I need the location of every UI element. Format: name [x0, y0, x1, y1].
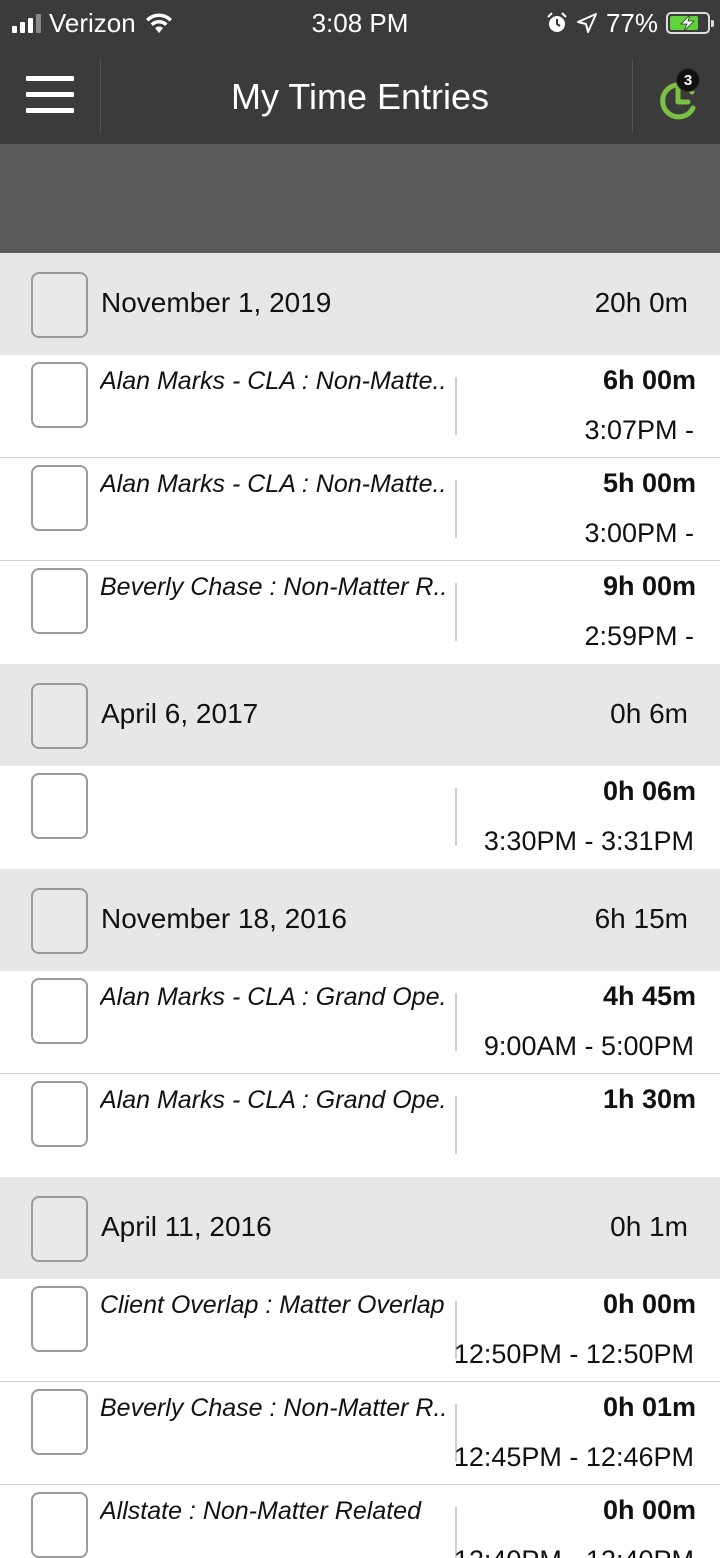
toolbar-band [0, 144, 720, 253]
entry-divider [455, 1096, 457, 1154]
entry-time-range: 12:45PM - 12:46PM [453, 1442, 694, 1472]
entry-time-range: 3:00PM - [584, 518, 694, 548]
entry-divider [455, 480, 457, 538]
time-entry-row[interactable]: 0h 06m 3:30PM - 3:31PM [0, 766, 720, 869]
nav-bar: My Time Entries 3 [0, 48, 720, 144]
entry-time-range: 12:40PM - 12:40PM [454, 1545, 694, 1558]
entry-select-checkbox[interactable] [31, 1389, 88, 1455]
group-select-checkbox[interactable] [31, 888, 88, 954]
entry-select-checkbox[interactable] [31, 465, 88, 531]
entry-select-checkbox[interactable] [31, 1492, 88, 1558]
entry-duration: 0h 00m [602, 1289, 696, 1319]
alarm-icon [547, 12, 567, 32]
entry-duration: 1h 30m [602, 1084, 696, 1114]
entry-select-checkbox[interactable] [31, 1081, 88, 1147]
time-entry-row[interactable]: Beverly Chase : Non-Matter R... 0h 01m 12:… [0, 1382, 720, 1485]
entry-description: Alan Marks - CLA : Grand Ope... [100, 1086, 445, 1114]
time-entry-row[interactable]: Beverly Chase : Non-Matter R... 9h 00m 2:5… [0, 561, 720, 664]
date-group-header: April 11, 2016 0h 1m [0, 1177, 720, 1279]
time-entry-row[interactable]: Alan Marks - CLA : Grand Ope... 4h 45m 9:0… [0, 971, 720, 1074]
page-title: My Time Entries [230, 76, 490, 117]
entry-divider [455, 993, 457, 1051]
battery-charging-icon [666, 12, 714, 34]
group-select-checkbox[interactable] [31, 683, 88, 749]
group-select-checkbox[interactable] [31, 272, 88, 338]
time-entry-row[interactable]: Alan Marks - CLA : Grand Ope... 1h 30m [0, 1074, 720, 1177]
entry-select-checkbox[interactable] [31, 978, 88, 1044]
group-date: November 18, 2016 [101, 903, 347, 934]
group-total: 0h 1m [610, 1211, 688, 1242]
status-bar: Verizon 3:08 PM 77% [0, 0, 720, 48]
battery-percent: 77% [605, 7, 658, 38]
entry-description: Allstate : Non-Matter Related [100, 1497, 421, 1525]
timer-count-badge: 3 [676, 68, 700, 92]
entry-divider [455, 788, 457, 846]
time-entry-list: November 1, 2019 20h 0m Alan Marks - CLA :… [0, 253, 720, 1558]
status-right: 77% [546, 7, 714, 38]
entry-duration: 4h 45m [602, 981, 696, 1011]
group-date: November 1, 2019 [101, 287, 332, 318]
group-total: 6h 15m [594, 903, 688, 934]
entry-duration: 0h 00m [602, 1495, 696, 1525]
entry-divider [455, 377, 457, 435]
entry-time-range: 3:30PM - 3:31PM [483, 826, 694, 856]
entry-description: Beverly Chase : Non-Matter R... [100, 573, 445, 601]
time-entry-row[interactable]: Alan Marks - CLA : Non-Matte... 5h 00m 3:0… [0, 458, 720, 561]
nav-divider [632, 60, 633, 132]
time-entry-row[interactable]: Allstate : Non-Matter Related 0h 00m 12:40… [0, 1485, 720, 1558]
date-group-header: April 6, 2017 0h 6m [0, 664, 720, 766]
entry-select-checkbox[interactable] [31, 362, 88, 428]
entry-description: Alan Marks - CLA : Non-Matte... [100, 367, 445, 395]
entry-time-range: 3:07PM - [584, 415, 694, 445]
entry-description: Alan Marks - CLA : Non-Matte... [100, 470, 445, 498]
entry-description: Beverly Chase : Non-Matter R... [100, 1394, 445, 1422]
entry-description: Client Overlap : Matter Overlap [100, 1291, 445, 1319]
group-total: 0h 6m [610, 698, 688, 729]
group-date: April 11, 2016 [101, 1211, 272, 1242]
location-arrow-icon [576, 13, 597, 33]
group-total: 20h 0m [594, 287, 688, 318]
entry-duration: 0h 01m [602, 1392, 696, 1422]
entry-time-range: 9:00AM - 5:00PM [483, 1031, 694, 1061]
group-select-checkbox[interactable] [31, 1196, 88, 1262]
entry-select-checkbox[interactable] [31, 1286, 88, 1352]
time-entry-row[interactable]: Client Overlap : Matter Overlap 0h 00m 12:… [0, 1279, 720, 1382]
entry-divider [455, 583, 457, 641]
entry-select-checkbox[interactable] [31, 773, 88, 839]
entry-description: Alan Marks - CLA : Grand Ope... [100, 983, 445, 1011]
date-group-header: November 18, 2016 6h 15m [0, 869, 720, 971]
entry-duration: 5h 00m [602, 468, 696, 498]
entry-time-range: 12:50PM - 12:50PM [453, 1339, 694, 1369]
time-entry-row[interactable]: Alan Marks - CLA : Non-Matte... 6h 00m 3:0… [0, 355, 720, 458]
date-group-header: November 1, 2019 20h 0m [0, 253, 720, 355]
entry-select-checkbox[interactable] [31, 568, 88, 634]
entry-duration: 6h 00m [602, 365, 696, 395]
entry-time-range: 2:59PM - [584, 621, 694, 651]
entry-duration: 9h 00m [602, 571, 696, 601]
entry-duration: 0h 06m [602, 776, 696, 806]
group-date: April 6, 2017 [101, 698, 259, 729]
